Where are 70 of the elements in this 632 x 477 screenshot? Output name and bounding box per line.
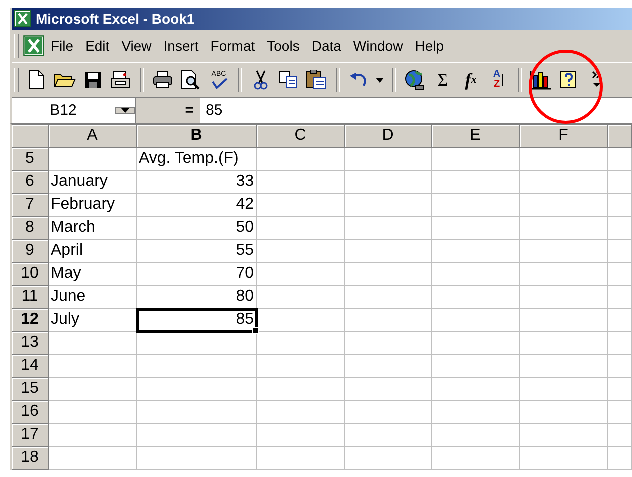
row-header[interactable]: 12 xyxy=(12,309,49,332)
cell-text: February xyxy=(49,194,137,217)
scissors-icon xyxy=(253,70,269,90)
column-header[interactable]: A xyxy=(49,125,137,148)
workbook-icon xyxy=(23,35,45,57)
row-header[interactable]: 17 xyxy=(12,424,49,447)
menu-item[interactable]: Data xyxy=(306,35,348,57)
row-header[interactable]: 8 xyxy=(12,217,49,240)
caret-icon xyxy=(376,78,384,82)
row-header[interactable]: 5 xyxy=(12,148,49,171)
globe-icon xyxy=(404,69,426,91)
row-header[interactable]: 6 xyxy=(12,171,49,194)
new-document-icon xyxy=(29,70,45,90)
cell-text: June xyxy=(49,286,137,309)
row-header[interactable]: 10 xyxy=(12,263,49,286)
menu-item[interactable]: Window xyxy=(347,35,410,57)
column-header[interactable]: F xyxy=(520,125,608,148)
undo-arrow-icon xyxy=(349,72,369,88)
window-title: Microsoft Excel - Book1 xyxy=(36,11,195,27)
menu-item[interactable]: Help xyxy=(409,35,450,57)
formula-field[interactable]: 85 xyxy=(200,98,632,123)
cell-text: 42 xyxy=(137,194,257,217)
row-header[interactable]: 9 xyxy=(12,240,49,263)
menu-item[interactable]: Edit xyxy=(80,35,116,57)
column-header[interactable]: B xyxy=(137,125,257,148)
cell-text: January xyxy=(49,171,137,194)
selected-cell[interactable]: 85 xyxy=(137,309,257,332)
row-header[interactable]: 13 xyxy=(12,332,49,355)
copy-pages-icon xyxy=(279,71,299,89)
equals-sign: = xyxy=(136,98,200,123)
mail-icon xyxy=(111,71,131,89)
menu-item[interactable]: Insert xyxy=(158,35,205,57)
cell-text: 33 xyxy=(137,171,257,194)
column-header[interactable] xyxy=(608,125,632,148)
cell-text: 80 xyxy=(137,286,257,309)
clipboard-icon xyxy=(306,70,328,90)
cell-text: 50 xyxy=(137,217,257,240)
row-header[interactable]: 11 xyxy=(12,286,49,309)
fill-handle[interactable] xyxy=(252,327,259,334)
column-header[interactable]: C xyxy=(257,125,345,148)
row-header[interactable]: 18 xyxy=(12,447,49,470)
menu-item[interactable]: Tools xyxy=(261,35,306,57)
function-button[interactable]: fx xyxy=(457,67,485,93)
column-header[interactable]: E xyxy=(432,125,520,148)
help-icon xyxy=(559,70,579,90)
cell-text: April xyxy=(49,240,137,263)
row-header[interactable]: 7 xyxy=(12,194,49,217)
row-header[interactable]: 14 xyxy=(12,355,49,378)
menu-item[interactable]: File xyxy=(45,35,80,57)
cell-text: March xyxy=(49,217,137,240)
spelling-check-icon xyxy=(210,78,228,90)
column-header[interactable]: D xyxy=(345,125,432,148)
cell-text: Avg. Temp.(F) xyxy=(137,148,257,171)
print-preview-icon xyxy=(181,70,201,90)
cell-text: 55 xyxy=(137,240,257,263)
row-header[interactable]: 16 xyxy=(12,401,49,424)
dropdown-button[interactable] xyxy=(115,107,135,114)
excel-logo-icon xyxy=(14,10,32,28)
sum-sigma-button[interactable]: Σ xyxy=(429,67,457,93)
bar-chart-icon xyxy=(530,70,552,90)
printer-icon xyxy=(153,71,173,89)
row-header[interactable]: 15 xyxy=(12,378,49,401)
menu-item[interactable]: View xyxy=(116,35,158,57)
select-all-corner[interactable] xyxy=(12,125,49,148)
cell-text: 70 xyxy=(137,263,257,286)
cell-text: May xyxy=(49,263,137,286)
overflow-chevron-icon xyxy=(592,70,602,90)
cell-text: July xyxy=(49,309,137,332)
menu-item[interactable]: Format xyxy=(204,35,262,57)
sort-ascending-button[interactable]: A Z xyxy=(485,67,513,93)
